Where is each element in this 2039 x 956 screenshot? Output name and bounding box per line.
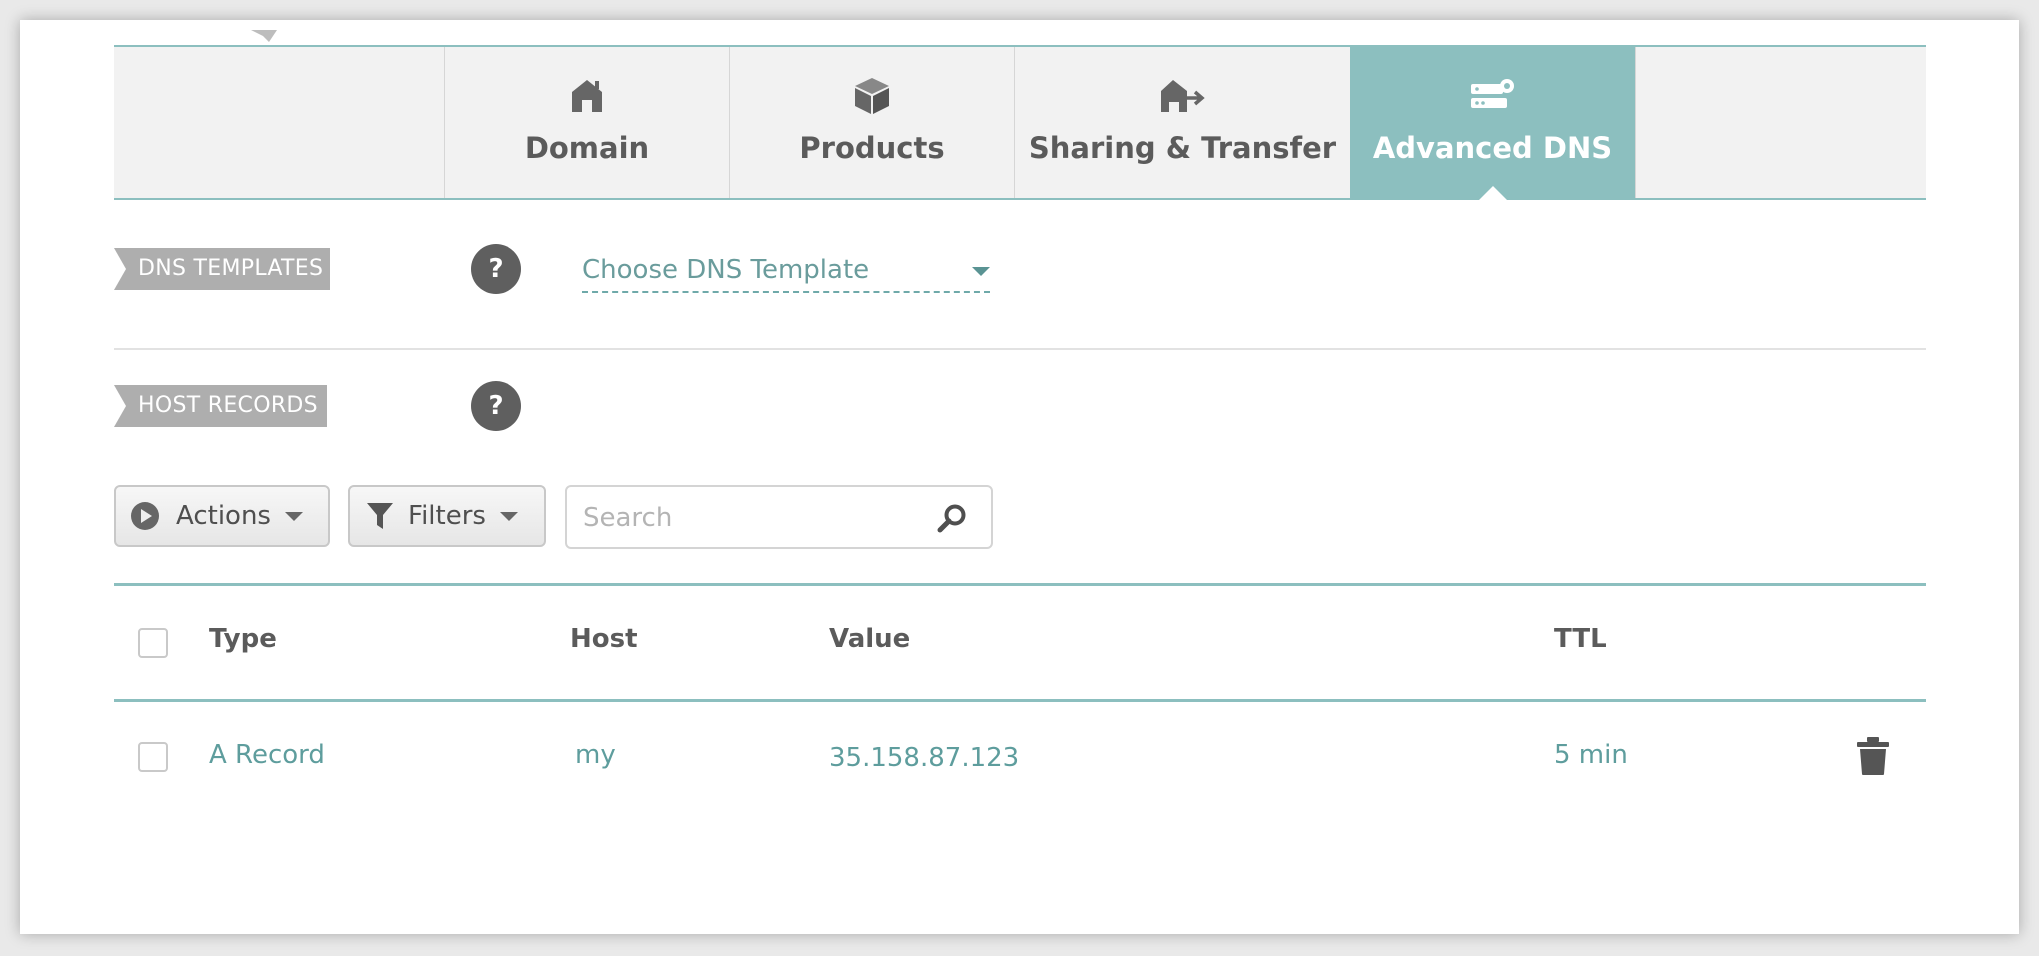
host-records-label: HOST RECORDS <box>114 385 327 427</box>
house-transfer-icon <box>1159 75 1207 117</box>
dns-template-select-value: Choose DNS Template <box>582 255 870 285</box>
dns-templates-help-button[interactable]: ? <box>471 244 521 294</box>
actions-button[interactable]: Actions <box>114 485 330 547</box>
tab-domain[interactable]: Domain <box>444 47 729 198</box>
table-top-border <box>114 583 1926 586</box>
chevron-down-icon <box>499 511 518 521</box>
tab-products[interactable]: Products <box>729 47 1014 198</box>
page-card: Domain Products Sharing & Transfer Advan… <box>20 20 2019 934</box>
domain-tabs: Domain Products Sharing & Transfer Advan… <box>114 45 1926 200</box>
host-records-help-button[interactable]: ? <box>471 381 521 431</box>
tab-separator <box>1635 47 1636 198</box>
play-circle-icon <box>130 501 160 531</box>
tab-sharing-transfer[interactable]: Sharing & Transfer <box>1014 47 1350 198</box>
trash-icon[interactable] <box>1856 736 1890 780</box>
tab-label: Domain <box>524 131 650 165</box>
search-box <box>565 485 993 549</box>
table-header-border <box>114 699 1926 702</box>
select-all-checkbox[interactable] <box>138 628 168 658</box>
funnel-icon <box>366 501 394 531</box>
filters-label: Filters <box>408 501 486 531</box>
tab-label: Sharing & Transfer <box>1028 131 1337 165</box>
section-divider <box>114 348 1926 350</box>
column-header-type: Type <box>209 624 277 654</box>
record-value-cell[interactable]: 35.158.87.123 <box>829 743 1019 773</box>
tab-advanced-dns[interactable]: Advanced DNS <box>1350 47 1635 200</box>
dns-template-select[interactable]: Choose DNS Template <box>582 253 990 293</box>
filters-button[interactable]: Filters <box>348 485 546 547</box>
dns-templates-label: DNS TEMPLATES <box>114 248 330 290</box>
top-ornament-icon <box>251 30 277 42</box>
search-icon[interactable] <box>937 503 967 537</box>
tab-label: Products <box>799 131 945 165</box>
column-header-value: Value <box>829 624 911 654</box>
active-tab-pointer <box>1478 186 1507 200</box>
house-icon <box>570 75 604 117</box>
column-header-ttl: TTL <box>1554 624 1607 654</box>
box-icon <box>852 75 892 117</box>
chevron-down-icon <box>972 267 990 276</box>
row-checkbox[interactable] <box>138 742 168 772</box>
chevron-down-icon <box>284 511 303 521</box>
dns-server-icon <box>1469 75 1517 117</box>
actions-label: Actions <box>176 501 271 531</box>
column-header-host: Host <box>570 624 638 654</box>
record-ttl-cell[interactable]: 5 min <box>1554 740 1628 770</box>
record-type-cell[interactable]: A Record <box>209 740 325 770</box>
record-host-cell[interactable]: my <box>575 740 616 770</box>
tab-label: Advanced DNS <box>1372 131 1613 165</box>
search-input[interactable] <box>581 495 915 541</box>
